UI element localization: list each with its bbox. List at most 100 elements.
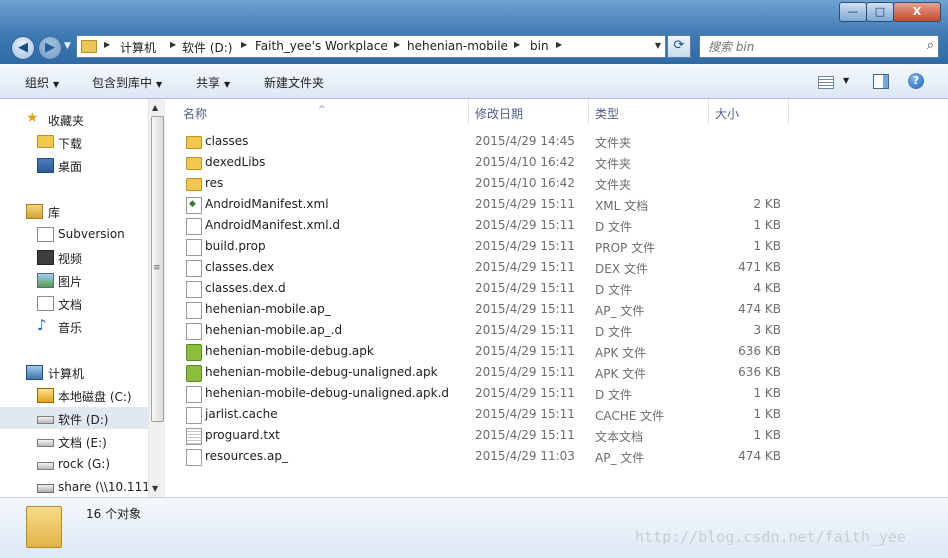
file-size: 1 KB bbox=[753, 407, 781, 421]
search-box[interactable]: ⌕ bbox=[699, 35, 939, 58]
search-input[interactable] bbox=[706, 38, 910, 55]
back-button[interactable]: ◀ bbox=[11, 36, 35, 60]
scroll-down-arrow-icon[interactable]: ▼ bbox=[152, 484, 158, 493]
minimize-button[interactable]: — bbox=[839, 2, 867, 22]
nav-item-videos[interactable]: 视频 bbox=[0, 246, 148, 268]
include-in-library-menu[interactable]: 包含到库中 ▼ bbox=[92, 74, 162, 91]
view-options-dropdown-icon[interactable]: ▼ bbox=[843, 76, 849, 85]
xml-file-icon bbox=[186, 197, 202, 214]
file-icon bbox=[186, 323, 202, 340]
file-row[interactable]: build.prop 2015/4/29 15:11 PROP 文件 1 KB bbox=[165, 236, 948, 257]
chevron-right-icon[interactable]: ▶ bbox=[104, 40, 110, 49]
file-size: 474 KB bbox=[738, 302, 781, 316]
drive-icon bbox=[37, 439, 54, 447]
address-dropdown-icon[interactable]: ▼ bbox=[655, 41, 661, 50]
nav-computer[interactable]: 计算机 bbox=[0, 361, 148, 383]
file-row[interactable]: hehenian-mobile-debug.apk 2015/4/29 15:11… bbox=[165, 341, 948, 362]
new-folder-button[interactable]: 新建文件夹 bbox=[264, 74, 324, 91]
file-size: 1 KB bbox=[753, 239, 781, 253]
refresh-button[interactable]: ⟳ bbox=[667, 35, 691, 58]
column-header-type[interactable]: 类型 bbox=[589, 99, 709, 125]
file-date: 2015/4/29 15:11 bbox=[475, 428, 575, 442]
nav-item-documents[interactable]: 文档 bbox=[0, 292, 148, 314]
nav-item-desktop[interactable]: 桌面 bbox=[0, 154, 148, 176]
view-options-icon[interactable] bbox=[818, 76, 834, 89]
navigation-scrollbar[interactable]: ▲ ≡ ▼ bbox=[148, 99, 165, 497]
file-name: hehenian-mobile.ap_.d bbox=[205, 323, 343, 337]
file-type: D 文件 bbox=[595, 220, 633, 234]
file-row[interactable]: classes.dex.d 2015/4/29 15:11 D 文件 4 KB bbox=[165, 278, 948, 299]
close-button[interactable]: X bbox=[893, 2, 941, 22]
file-row[interactable]: jarlist.cache 2015/4/29 15:11 CACHE 文件 1 KB bbox=[165, 404, 948, 425]
star-icon: ★ bbox=[26, 110, 39, 126]
breadcrumb-computer[interactable]: 计算机 bbox=[120, 39, 156, 56]
file-row[interactable]: AndroidManifest.xml 2015/4/29 15:11 XML 文档… bbox=[165, 194, 948, 215]
file-type: 文件夹 bbox=[595, 136, 632, 150]
file-date: 2015/4/29 11:03 bbox=[475, 449, 575, 463]
breadcrumb-workplace[interactable]: Faith_yee's Workplace bbox=[255, 39, 388, 53]
file-name: build.prop bbox=[205, 239, 266, 253]
nav-item-downloads[interactable]: 下载 bbox=[0, 131, 148, 153]
nav-item-drive-g[interactable]: rock (G:) bbox=[0, 453, 148, 475]
nav-item-label: rock (G:) bbox=[58, 457, 111, 471]
address-bar[interactable]: ▶ 计算机 ▶ 软件 (D:) ▶ Faith_yee's Workplace … bbox=[76, 35, 666, 58]
system-drive-icon bbox=[37, 388, 54, 403]
file-name: dexedLibs bbox=[205, 155, 266, 169]
breadcrumb-bin[interactable]: bin bbox=[530, 39, 549, 53]
file-row[interactable]: res 2015/4/10 16:42 文件夹 bbox=[165, 173, 948, 194]
file-row[interactable]: dexedLibs 2015/4/10 16:42 文件夹 bbox=[165, 152, 948, 173]
file-name: res bbox=[205, 176, 224, 190]
share-menu[interactable]: 共享 ▼ bbox=[196, 74, 230, 91]
column-header-date[interactable]: 修改日期 bbox=[469, 99, 589, 125]
nav-item-drive-d[interactable]: 软件 (D:) bbox=[0, 407, 148, 429]
chevron-right-icon[interactable]: ▶ bbox=[556, 40, 562, 49]
file-icon bbox=[186, 239, 202, 256]
file-row[interactable]: hehenian-mobile-debug-unaligned.apk 2015/… bbox=[165, 362, 948, 383]
organize-label: 组织 bbox=[25, 76, 50, 90]
document-library-icon bbox=[37, 296, 54, 311]
file-row[interactable]: resources.ap_ 2015/4/29 11:03 AP_ 文件 474 KB bbox=[165, 446, 948, 467]
file-name: jarlist.cache bbox=[205, 407, 278, 421]
column-header-name[interactable]: ^ 名称 bbox=[165, 99, 469, 125]
nav-item-subversion[interactable]: Subversion bbox=[0, 223, 148, 245]
organize-menu[interactable]: 组织 ▼ bbox=[25, 74, 59, 91]
nav-favorites[interactable]: ★ 收藏夹 bbox=[0, 108, 148, 130]
file-name: resources.ap_ bbox=[205, 449, 288, 463]
nav-item-music[interactable]: ♪ 音乐 bbox=[0, 315, 148, 337]
file-type: PROP 文件 bbox=[595, 241, 656, 255]
file-name: hehenian-mobile.ap_ bbox=[205, 302, 331, 316]
file-name: hehenian-mobile-debug-unaligned.apk.d bbox=[205, 386, 450, 400]
file-row[interactable]: hehenian-mobile-debug-unaligned.apk.d 201… bbox=[165, 383, 948, 404]
nav-item-network-share[interactable]: share (\\10.111 bbox=[0, 476, 150, 498]
nav-item-drive-e[interactable]: 文档 (E:) bbox=[0, 430, 148, 452]
file-row[interactable]: classes 2015/4/29 14:45 文件夹 bbox=[165, 131, 948, 152]
folder-icon bbox=[186, 157, 202, 170]
file-row[interactable]: classes.dex 2015/4/29 15:11 DEX 文件 471 KB bbox=[165, 257, 948, 278]
nav-item-drive-c[interactable]: 本地磁盘 (C:) bbox=[0, 384, 148, 406]
file-row[interactable]: AndroidManifest.xml.d 2015/4/29 15:11 D 文件… bbox=[165, 215, 948, 236]
title-bar: — □ X ◀ ▶ ▼ ▶ 计算机 ▶ 软件 (D:) ▶ Faith_yee'… bbox=[0, 0, 948, 64]
preview-pane-icon[interactable] bbox=[873, 74, 889, 89]
chevron-right-icon[interactable]: ▶ bbox=[394, 40, 400, 49]
help-icon[interactable]: ? bbox=[908, 73, 924, 89]
recent-pages-dropdown[interactable]: ▼ bbox=[64, 41, 71, 51]
breadcrumb-project[interactable]: hehenian-mobile bbox=[407, 39, 508, 53]
nav-libraries[interactable]: 库 bbox=[0, 200, 148, 222]
file-row[interactable]: hehenian-mobile.ap_ 2015/4/29 15:11 AP_ 文件… bbox=[165, 299, 948, 320]
search-icon[interactable]: ⌕ bbox=[927, 38, 934, 53]
nav-item-pictures[interactable]: 图片 bbox=[0, 269, 148, 291]
file-size: 3 KB bbox=[753, 323, 781, 337]
column-type-label: 类型 bbox=[595, 107, 620, 121]
forward-button[interactable]: ▶ bbox=[38, 36, 62, 60]
folder-icon bbox=[26, 506, 62, 548]
breadcrumb-drive-d[interactable]: 软件 (D:) bbox=[182, 39, 232, 56]
chevron-right-icon[interactable]: ▶ bbox=[241, 40, 247, 49]
column-header-size[interactable]: 大小 bbox=[709, 99, 789, 125]
file-row[interactable]: hehenian-mobile.ap_.d 2015/4/29 15:11 D 文件… bbox=[165, 320, 948, 341]
scroll-up-arrow-icon[interactable]: ▲ bbox=[152, 103, 158, 112]
maximize-button[interactable]: □ bbox=[866, 2, 894, 22]
file-row[interactable]: proguard.txt 2015/4/29 15:11 文本文档 1 KB bbox=[165, 425, 948, 446]
file-type: APK 文件 bbox=[595, 346, 647, 360]
chevron-right-icon[interactable]: ▶ bbox=[170, 40, 176, 49]
chevron-right-icon[interactable]: ▶ bbox=[514, 40, 520, 49]
